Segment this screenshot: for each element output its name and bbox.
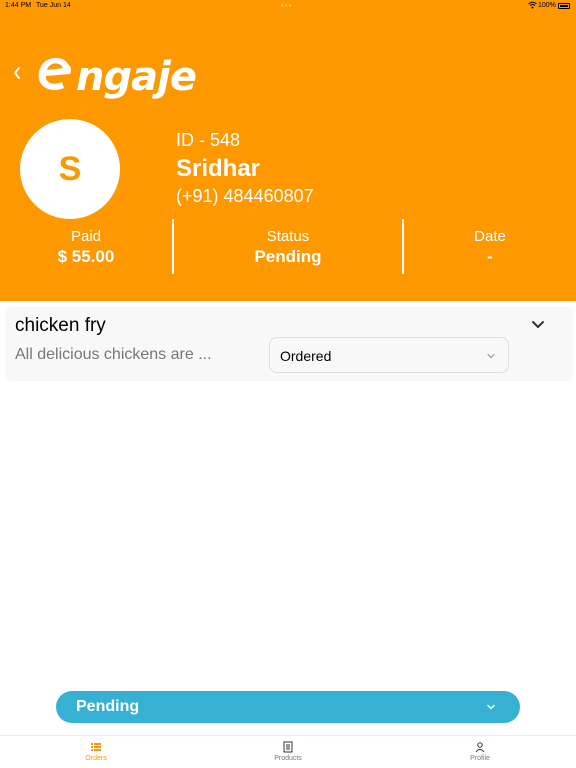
date-stat: Date - bbox=[404, 228, 576, 267]
document-icon bbox=[283, 741, 293, 753]
date-label: Date bbox=[474, 228, 506, 245]
status-label: Status bbox=[266, 228, 310, 245]
wifi-icon bbox=[528, 1, 537, 11]
customer-id: ID - 548 bbox=[176, 130, 241, 150]
order-status-value: Pending bbox=[76, 698, 140, 715]
engaje-e-icon bbox=[38, 57, 72, 91]
nav-products-label: Products bbox=[274, 755, 302, 762]
list-icon bbox=[91, 743, 101, 751]
nav-products[interactable]: Products bbox=[248, 741, 328, 762]
status-date: Tue Jun 14 bbox=[36, 2, 71, 9]
paid-label: Paid bbox=[70, 228, 102, 245]
paid-value: $ 55.00 bbox=[57, 247, 115, 266]
customer-header: ngaje S ID - 548 Sridhar (+91) 484460807… bbox=[0, 12, 576, 301]
status-bar: 1:44 PM Tue Jun 14 ••• 100% bbox=[0, 0, 576, 12]
order-item-description: All delicious chickens are ... bbox=[15, 346, 212, 363]
multitask-dots[interactable]: ••• bbox=[281, 1, 292, 10]
order-status-dropdown[interactable]: Pending bbox=[56, 691, 520, 723]
chevron-left-icon bbox=[14, 67, 20, 79]
person-icon bbox=[475, 742, 485, 753]
customer-phone: (+91) 484460807 bbox=[176, 186, 314, 206]
status-stat: Status Pending bbox=[174, 228, 402, 267]
bottom-navigation: Orders Products Profile bbox=[0, 735, 576, 768]
nav-profile-label: Profile bbox=[470, 755, 490, 762]
status-time: 1:44 PM bbox=[5, 2, 32, 9]
chevron-down-icon bbox=[487, 353, 495, 359]
customer-avatar: S bbox=[20, 119, 120, 219]
battery-icon bbox=[558, 3, 570, 9]
paid-stat: Paid $ 55.00 bbox=[20, 228, 152, 267]
nav-orders[interactable]: Orders bbox=[56, 741, 136, 762]
date-value: - bbox=[487, 247, 493, 266]
order-item-title: chicken fry bbox=[15, 315, 106, 336]
nav-profile[interactable]: Profile bbox=[440, 741, 520, 762]
customer-name: Sridhar bbox=[176, 155, 261, 182]
item-status-value: Ordered bbox=[280, 348, 332, 364]
chevron-down-icon bbox=[532, 321, 544, 328]
battery-percentage: 100% bbox=[538, 2, 556, 9]
order-item-card[interactable]: chicken fry All delicious chickens are .… bbox=[5, 307, 573, 381]
status-value: Pending bbox=[254, 247, 322, 266]
item-status-select[interactable]: Ordered bbox=[269, 337, 509, 373]
nav-orders-label: Orders bbox=[85, 755, 107, 762]
logo-wordmark: ngaje bbox=[76, 54, 197, 100]
expand-chevron-button[interactable] bbox=[529, 315, 547, 333]
chevron-down-icon bbox=[487, 704, 495, 710]
back-button[interactable] bbox=[10, 64, 24, 84]
engaje-logo: ngaje bbox=[34, 52, 197, 102]
